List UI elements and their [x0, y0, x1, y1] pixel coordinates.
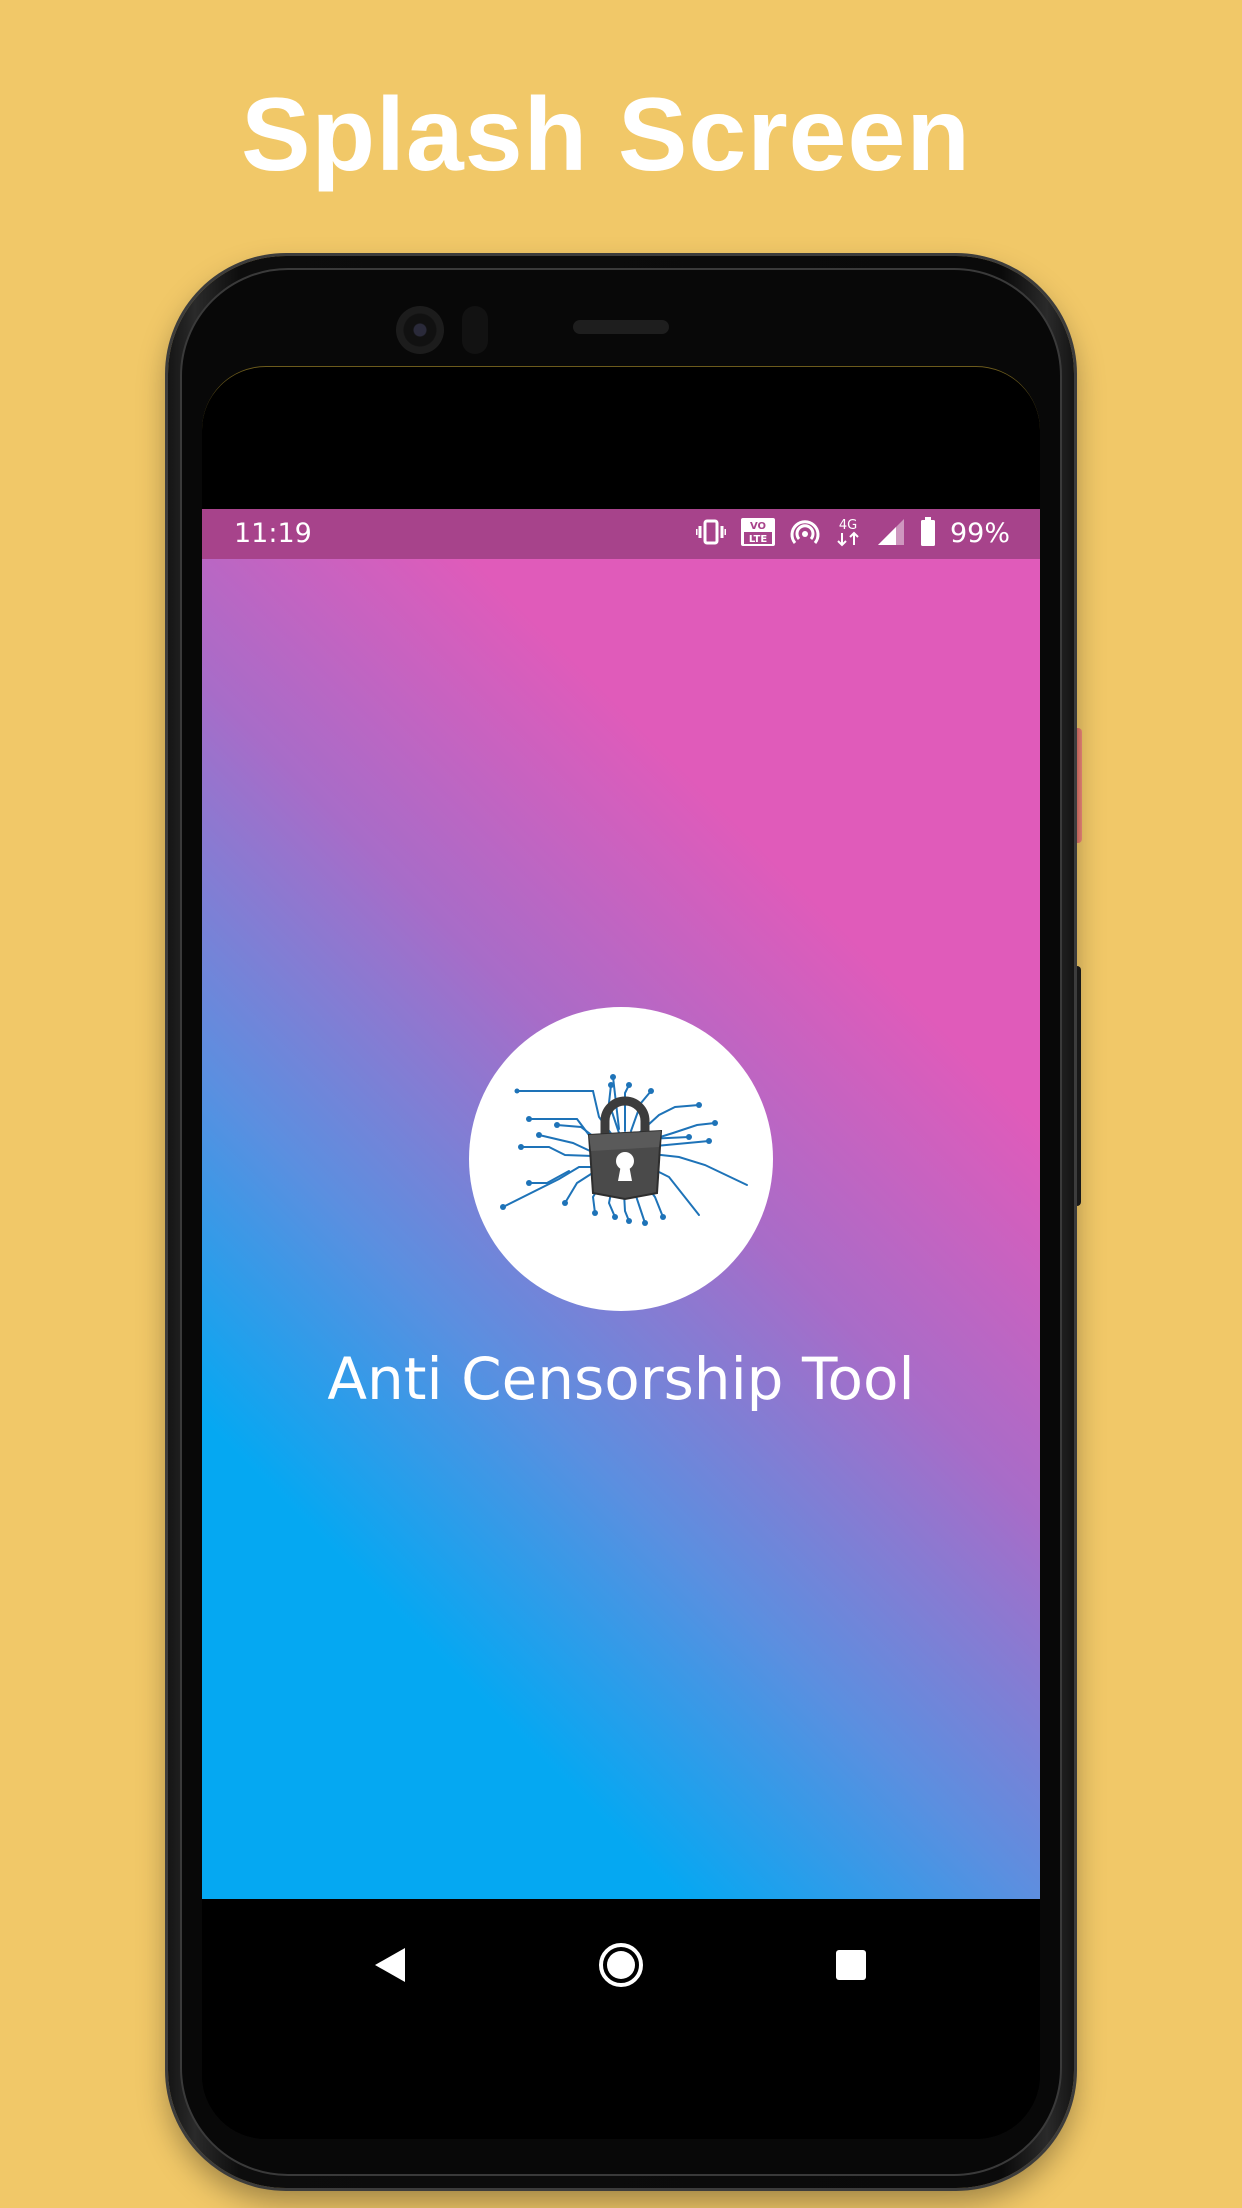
- navigation-bar: [202, 1899, 1040, 2139]
- page-headline: Splash Screen: [241, 77, 971, 193]
- front-camera: [396, 306, 444, 354]
- volte-bottom-label: LTE: [749, 534, 768, 545]
- volte-icon: VO LTE: [740, 517, 776, 551]
- app-logo: [469, 1007, 773, 1311]
- home-icon[interactable]: [591, 1935, 651, 1995]
- back-icon[interactable]: [360, 1935, 420, 1995]
- battery-icon: [920, 517, 936, 551]
- signal-icon: [876, 518, 906, 550]
- status-bar: 11:19 VO LTE 4G 99%: [202, 509, 1040, 559]
- hotspot-icon: [790, 518, 820, 550]
- vibrate-icon: [695, 519, 727, 549]
- 4g-data-icon: 4G: [834, 517, 862, 551]
- recents-icon[interactable]: [821, 1935, 881, 1995]
- splash-background: Anti Censorship Tool: [202, 559, 1040, 1899]
- status-icons: VO LTE 4G 99%: [695, 517, 1010, 551]
- status-time: 11:19: [234, 518, 312, 549]
- battery-percent: 99%: [949, 518, 1010, 549]
- app-name: Anti Censorship Tool: [327, 1345, 915, 1413]
- earpiece-speaker: [573, 320, 669, 334]
- volte-top-label: VO: [750, 521, 766, 532]
- data-type-label: 4G: [839, 518, 857, 533]
- phone-screen: 11:19 VO LTE 4G 99% Anti Censorship Tool: [202, 366, 1040, 2139]
- proximity-sensor: [462, 306, 488, 354]
- circuit-padlock-icon: [500, 1074, 748, 1226]
